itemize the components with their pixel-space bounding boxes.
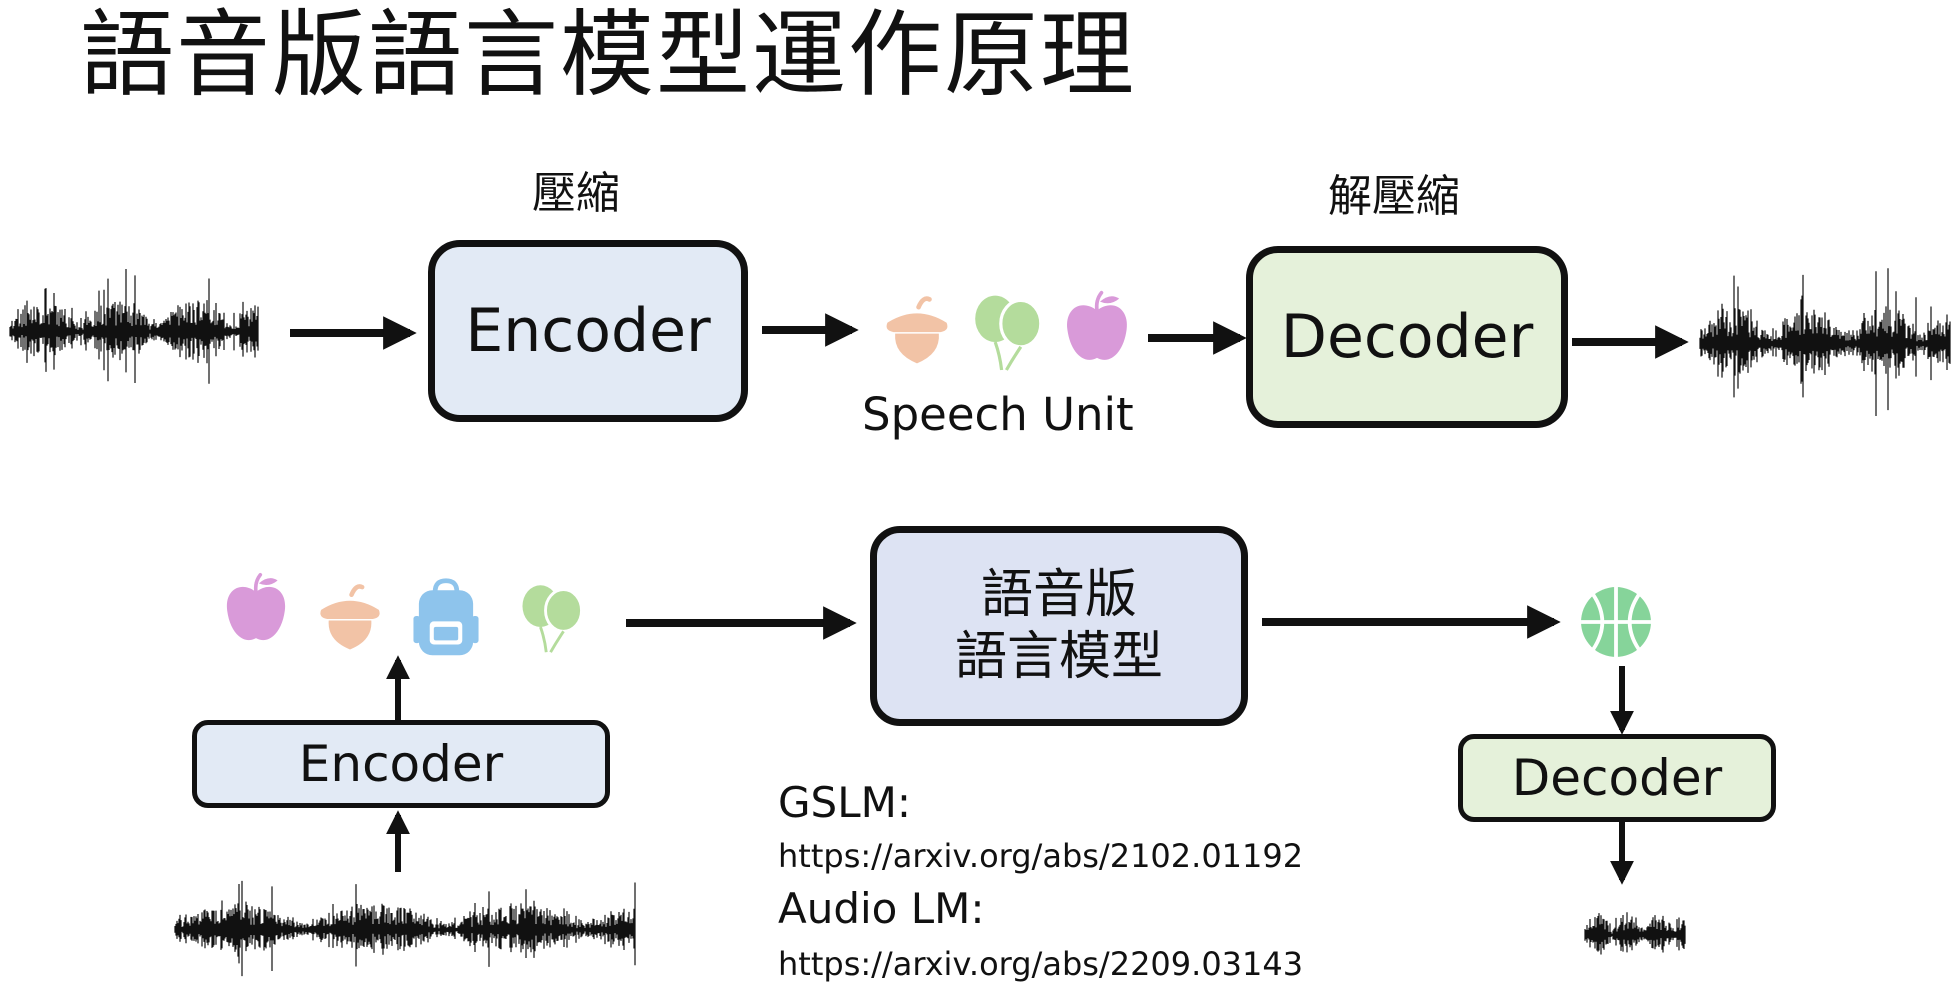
waveform-output-bottom	[1584, 912, 1686, 955]
decoder-box: Decoder	[1246, 246, 1568, 428]
backpack-icon	[413, 578, 479, 656]
encoder-box-label: Encoder	[465, 296, 711, 366]
encoder-box: Encoder	[428, 240, 748, 422]
speech-language-model-label-line2: 語言模型	[954, 627, 1163, 687]
speech-language-model-label-line1: 語音版	[980, 564, 1137, 625]
speech-language-model-box: 語音版 語言模型	[870, 526, 1248, 726]
speech-language-model-label: 語音版 語言模型	[955, 564, 1163, 689]
decompress-label: 解壓縮	[1328, 171, 1460, 222]
acorn-icon	[886, 296, 948, 364]
speech-unit-label: Speech Unit	[862, 388, 1134, 441]
encoder-box-bottom-label: Encoder	[298, 735, 504, 793]
waveform-output-top	[1699, 268, 1951, 416]
reference-gslm-name: GSLM:	[778, 778, 911, 827]
balloons-icon	[522, 585, 583, 653]
compress-label: 壓縮	[532, 168, 620, 219]
apple-icon	[226, 572, 286, 641]
waveform-input-top	[9, 269, 259, 384]
reference-audiolm-name: Audio LM:	[778, 884, 985, 933]
reference-audiolm-link[interactable]: https://arxiv.org/abs/2209.03143	[778, 948, 1303, 980]
encoder-box-bottom: Encoder	[192, 720, 610, 808]
waveform-input-bottom	[174, 880, 636, 977]
decoder-box-bottom-label: Decoder	[1511, 749, 1723, 807]
decoder-box-label: Decoder	[1280, 302, 1534, 372]
decoder-box-bottom: Decoder	[1458, 734, 1776, 822]
basketball-icon	[1581, 587, 1651, 657]
balloons-icon	[975, 295, 1043, 371]
acorn-icon	[320, 584, 380, 650]
apple-icon	[1067, 290, 1127, 360]
reference-gslm-link[interactable]: https://arxiv.org/abs/2102.01192	[778, 840, 1303, 872]
